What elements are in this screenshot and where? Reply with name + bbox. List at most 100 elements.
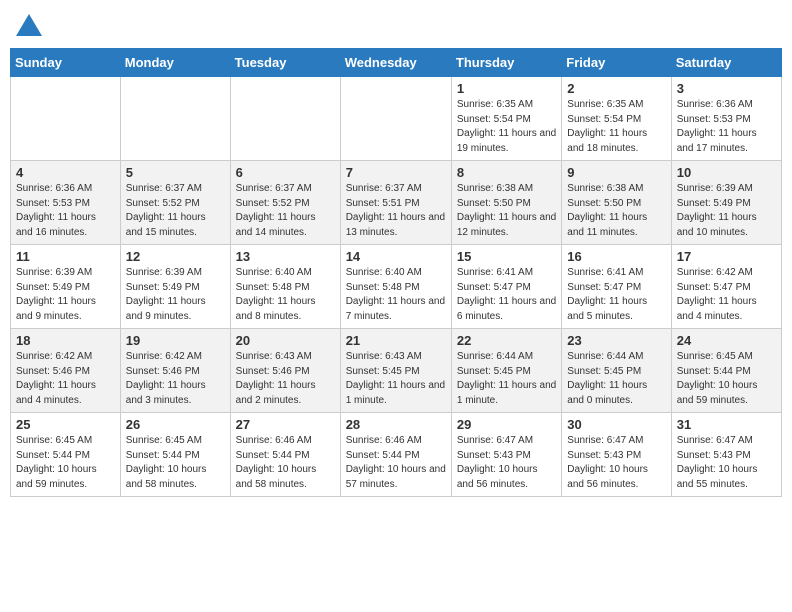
calendar-cell: 18 Sunrise: 6:42 AMSunset: 5:46 PMDayligh… <box>11 329 121 413</box>
day-info: Sunrise: 6:39 AMSunset: 5:49 PMDaylight:… <box>126 266 225 324</box>
calendar-week-row: 25 Sunrise: 6:45 AMSunset: 5:44 PMDayligh… <box>11 413 782 497</box>
day-of-week-header: Sunday <box>11 49 121 77</box>
day-number: 17 <box>677 249 776 264</box>
calendar-cell: 21Sunrise: 6:43 AMSunset: 5:45 PMDayligh… <box>340 329 451 413</box>
day-info: Sunrise: 6:38 AMSunset: 5:50 PMDaylight:… <box>457 182 556 240</box>
calendar-cell: 25 Sunrise: 6:45 AMSunset: 5:44 PMDayligh… <box>11 413 121 497</box>
day-number: 24 <box>677 333 776 348</box>
calendar-cell: 20 Sunrise: 6:43 AMSunset: 5:46 PMDayligh… <box>230 329 340 413</box>
day-number: 31 <box>677 417 776 432</box>
day-number: 27 <box>236 417 335 432</box>
day-number: 19 <box>126 333 225 348</box>
day-number: 30 <box>567 417 665 432</box>
day-info: Sunrise: 6:36 AMSunset: 5:53 PMDaylight:… <box>16 182 115 240</box>
day-info: Sunrise: 6:42 AMSunset: 5:47 PMDaylight:… <box>677 266 776 324</box>
day-info: Sunrise: 6:45 AMSunset: 5:44 PMDaylight:… <box>16 434 115 492</box>
day-info: Sunrise: 6:46 AMSunset: 5:44 PMDaylight:… <box>346 434 446 492</box>
calendar-cell <box>120 77 230 161</box>
day-number: 1 <box>457 81 556 96</box>
calendar-cell: 11 Sunrise: 6:39 AMSunset: 5:49 PMDayligh… <box>11 245 121 329</box>
calendar-cell: 2 Sunrise: 6:35 AMSunset: 5:54 PMDaylight… <box>562 77 671 161</box>
day-number: 9 <box>567 165 665 180</box>
day-number: 18 <box>16 333 115 348</box>
day-info: Sunrise: 6:41 AMSunset: 5:47 PMDaylight:… <box>457 266 556 324</box>
calendar-week-row: 18 Sunrise: 6:42 AMSunset: 5:46 PMDayligh… <box>11 329 782 413</box>
calendar-cell <box>11 77 121 161</box>
day-number: 6 <box>236 165 335 180</box>
calendar-cell: 31 Sunrise: 6:47 AMSunset: 5:43 PMDayligh… <box>671 413 781 497</box>
day-info: Sunrise: 6:40 AMSunset: 5:48 PMDaylight:… <box>346 266 446 324</box>
day-info: Sunrise: 6:37 AMSunset: 5:52 PMDaylight:… <box>236 182 335 240</box>
day-info: Sunrise: 6:45 AMSunset: 5:44 PMDaylight:… <box>677 350 776 408</box>
day-info: Sunrise: 6:41 AMSunset: 5:47 PMDaylight:… <box>567 266 665 324</box>
calendar-cell: 17 Sunrise: 6:42 AMSunset: 5:47 PMDayligh… <box>671 245 781 329</box>
day-number: 5 <box>126 165 225 180</box>
day-number: 23 <box>567 333 665 348</box>
day-info: Sunrise: 6:47 AMSunset: 5:43 PMDaylight:… <box>457 434 556 492</box>
calendar-cell <box>230 77 340 161</box>
day-of-week-header: Thursday <box>451 49 561 77</box>
calendar-cell: 14 Sunrise: 6:40 AMSunset: 5:48 PMDayligh… <box>340 245 451 329</box>
day-of-week-header: Monday <box>120 49 230 77</box>
day-info: Sunrise: 6:42 AMSunset: 5:46 PMDaylight:… <box>126 350 225 408</box>
day-number: 22 <box>457 333 556 348</box>
day-of-week-header: Tuesday <box>230 49 340 77</box>
calendar-week-row: 4 Sunrise: 6:36 AMSunset: 5:53 PMDaylight… <box>11 161 782 245</box>
logo-icon <box>14 10 44 40</box>
day-info: Sunrise: 6:47 AMSunset: 5:43 PMDaylight:… <box>677 434 776 492</box>
day-number: 4 <box>16 165 115 180</box>
day-number: 3 <box>677 81 776 96</box>
day-info: Sunrise: 6:37 AMSunset: 5:51 PMDaylight:… <box>346 182 446 240</box>
calendar-table: SundayMondayTuesdayWednesdayThursdayFrid… <box>10 48 782 497</box>
day-info: Sunrise: 6:44 AMSunset: 5:45 PMDaylight:… <box>567 350 665 408</box>
day-number: 2 <box>567 81 665 96</box>
calendar-week-row: 1 Sunrise: 6:35 AMSunset: 5:54 PMDaylight… <box>11 77 782 161</box>
day-info: Sunrise: 6:37 AMSunset: 5:52 PMDaylight:… <box>126 182 225 240</box>
day-number: 25 <box>16 417 115 432</box>
calendar-cell: 28 Sunrise: 6:46 AMSunset: 5:44 PMDayligh… <box>340 413 451 497</box>
day-number: 29 <box>457 417 556 432</box>
calendar-cell: 13 Sunrise: 6:40 AMSunset: 5:48 PMDayligh… <box>230 245 340 329</box>
calendar-cell: 15 Sunrise: 6:41 AMSunset: 5:47 PMDayligh… <box>451 245 561 329</box>
day-info: Sunrise: 6:39 AMSunset: 5:49 PMDaylight:… <box>677 182 776 240</box>
day-number: 13 <box>236 249 335 264</box>
day-info: Sunrise: 6:43 AMSunset: 5:46 PMDaylight:… <box>236 350 335 408</box>
day-info: Sunrise: 6:42 AMSunset: 5:46 PMDaylight:… <box>16 350 115 408</box>
calendar-cell: 3Sunrise: 6:36 AMSunset: 5:53 PMDaylight… <box>671 77 781 161</box>
calendar-cell: 30Sunrise: 6:47 AMSunset: 5:43 PMDayligh… <box>562 413 671 497</box>
calendar-cell: 16Sunrise: 6:41 AMSunset: 5:47 PMDayligh… <box>562 245 671 329</box>
day-info: Sunrise: 6:45 AMSunset: 5:44 PMDaylight:… <box>126 434 225 492</box>
page-header <box>10 10 782 40</box>
calendar-week-row: 11 Sunrise: 6:39 AMSunset: 5:49 PMDayligh… <box>11 245 782 329</box>
calendar-cell: 26Sunrise: 6:45 AMSunset: 5:44 PMDayligh… <box>120 413 230 497</box>
day-number: 28 <box>346 417 446 432</box>
calendar-cell: 27Sunrise: 6:46 AMSunset: 5:44 PMDayligh… <box>230 413 340 497</box>
day-number: 7 <box>346 165 446 180</box>
day-number: 10 <box>677 165 776 180</box>
day-of-week-header: Friday <box>562 49 671 77</box>
calendar-cell: 4 Sunrise: 6:36 AMSunset: 5:53 PMDaylight… <box>11 161 121 245</box>
day-number: 8 <box>457 165 556 180</box>
day-of-week-header: Wednesday <box>340 49 451 77</box>
day-number: 11 <box>16 249 115 264</box>
day-number: 15 <box>457 249 556 264</box>
day-number: 12 <box>126 249 225 264</box>
day-number: 20 <box>236 333 335 348</box>
calendar-cell: 1 Sunrise: 6:35 AMSunset: 5:54 PMDaylight… <box>451 77 561 161</box>
calendar-cell: 10 Sunrise: 6:39 AMSunset: 5:49 PMDayligh… <box>671 161 781 245</box>
day-number: 14 <box>346 249 446 264</box>
day-info: Sunrise: 6:38 AMSunset: 5:50 PMDaylight:… <box>567 182 665 240</box>
calendar-cell: 19 Sunrise: 6:42 AMSunset: 5:46 PMDayligh… <box>120 329 230 413</box>
calendar-cell: 8 Sunrise: 6:38 AMSunset: 5:50 PMDaylight… <box>451 161 561 245</box>
logo <box>14 10 46 40</box>
calendar-cell: 12 Sunrise: 6:39 AMSunset: 5:49 PMDayligh… <box>120 245 230 329</box>
day-info: Sunrise: 6:40 AMSunset: 5:48 PMDaylight:… <box>236 266 335 324</box>
day-info: Sunrise: 6:35 AMSunset: 5:54 PMDaylight:… <box>567 98 665 156</box>
calendar-cell: 24 Sunrise: 6:45 AMSunset: 5:44 PMDayligh… <box>671 329 781 413</box>
calendar-header-row: SundayMondayTuesdayWednesdayThursdayFrid… <box>11 49 782 77</box>
calendar-cell: 5 Sunrise: 6:37 AMSunset: 5:52 PMDaylight… <box>120 161 230 245</box>
calendar-cell: 7 Sunrise: 6:37 AMSunset: 5:51 PMDaylight… <box>340 161 451 245</box>
day-info: Sunrise: 6:39 AMSunset: 5:49 PMDaylight:… <box>16 266 115 324</box>
calendar-cell: 23 Sunrise: 6:44 AMSunset: 5:45 PMDayligh… <box>562 329 671 413</box>
day-info: Sunrise: 6:35 AMSunset: 5:54 PMDaylight:… <box>457 98 556 156</box>
